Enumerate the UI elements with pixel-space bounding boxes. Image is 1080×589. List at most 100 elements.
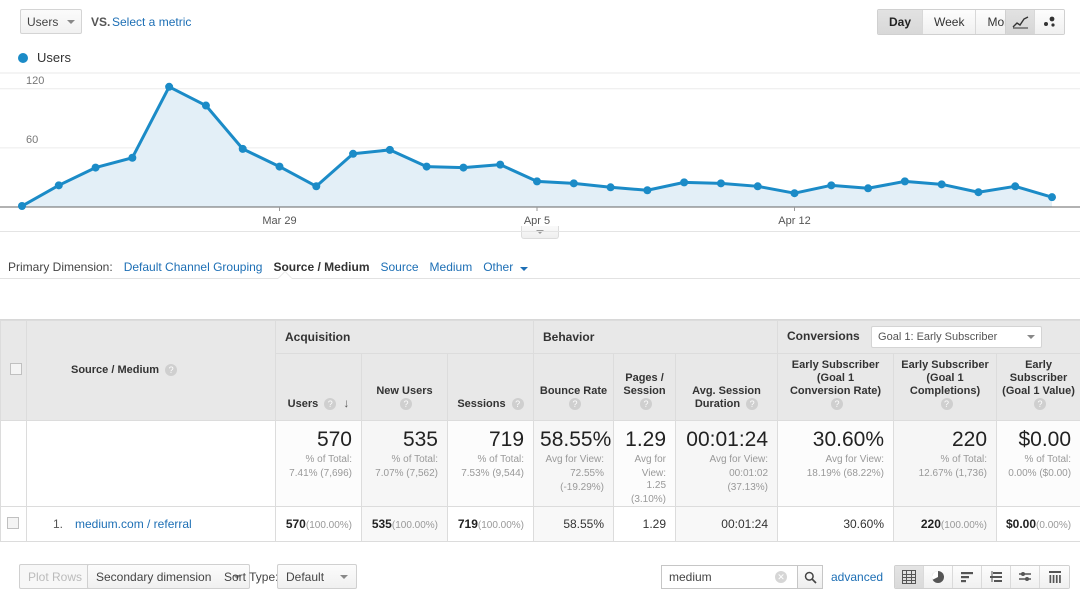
granularity-week-button[interactable]: Week [923, 10, 976, 34]
summary-subtext: 12.67% (1,736) [900, 468, 987, 480]
term-cloud-view-icon[interactable] [1011, 566, 1040, 588]
search-input[interactable] [667, 569, 775, 585]
row-metric-cell: 220(100.00%) [894, 507, 997, 542]
column-header-new-users-label: New Users [376, 385, 432, 397]
select-a-metric-link[interactable]: Select a metric [112, 15, 191, 29]
summary-value: 570 [282, 428, 352, 452]
granularity-day-button[interactable]: Day [878, 10, 923, 34]
column-header-goal1-value[interactable]: Early Subscriber(Goal 1 Value) ? [997, 354, 1080, 421]
dimension-source[interactable]: Source [381, 260, 419, 274]
column-header-goal1-value-label: Early Subscriber(Goal 1 Value) [1002, 359, 1075, 397]
summary-subtext: 0.00% ($0.00) [1003, 468, 1071, 480]
chevron-down-icon [1027, 335, 1035, 339]
vs-label: VS. [91, 15, 110, 29]
acquisition-data-table: Source / Medium ? Acquisition Behavior C… [0, 319, 1080, 542]
performance-view-icon[interactable] [953, 566, 982, 588]
summary-cell: 30.60%Avg for View:18.19% (68.22%) [778, 421, 894, 507]
search-button[interactable] [797, 565, 823, 589]
row-index: 1. [53, 517, 75, 531]
clear-search-icon[interactable]: ✕ [775, 571, 787, 583]
summary-subtext: View: 1.25 [620, 468, 666, 492]
motion-chart-icon[interactable] [1035, 10, 1064, 34]
help-icon[interactable]: ? [640, 398, 652, 410]
help-icon[interactable]: ? [324, 398, 336, 410]
comparison-view-icon[interactable] [982, 566, 1011, 588]
summary-subtext: % of Total: [900, 454, 987, 466]
primary-metric-label: Users [27, 15, 67, 29]
column-header-users[interactable]: Users ? ↓ [276, 354, 362, 421]
goal-select[interactable]: Goal 1: Early Subscriber [871, 326, 1042, 348]
plot-rows-button[interactable]: Plot Rows [19, 564, 91, 589]
help-icon[interactable]: ? [165, 364, 177, 376]
summary-value: 719 [454, 428, 524, 452]
sort-type-label: Sort Type: [224, 570, 278, 584]
chevron-down-icon [520, 267, 528, 271]
column-header-bounce-rate[interactable]: Bounce Rate ? [534, 354, 614, 421]
row-dimension-link[interactable]: medium.com / referral [75, 517, 192, 531]
summary-subtext: (3.10%) [620, 494, 666, 506]
metric-value: 58.55% [563, 517, 604, 531]
chart-collapse-button[interactable] [521, 226, 559, 239]
help-icon[interactable]: ? [569, 398, 581, 410]
table-row: 1.medium.com / referral 570(100.00%)535(1… [1, 507, 1080, 542]
summary-subtext: 00:01:02 [682, 468, 768, 480]
metric-value: 00:01:24 [721, 517, 768, 531]
help-icon[interactable]: ? [512, 398, 524, 410]
dimension-medium[interactable]: Medium [430, 260, 473, 274]
table-summary-row: 570% of Total:7.41% (7,696)535% of Total… [1, 421, 1080, 507]
summary-cell: 220% of Total:12.67% (1,736) [894, 421, 997, 507]
metric-percent: (100.00%) [478, 520, 524, 531]
summary-subtext: Avg for View: [540, 454, 604, 466]
sort-type-select[interactable]: Default [277, 564, 357, 589]
pivot-view-icon[interactable] [1040, 566, 1069, 588]
primary-metric-select[interactable]: Users [20, 9, 82, 34]
dimension-other-dropdown[interactable]: Other [483, 260, 527, 274]
svg-text:Mar 29: Mar 29 [262, 215, 296, 227]
help-icon[interactable]: ? [831, 398, 843, 410]
percentage-view-icon[interactable] [924, 566, 953, 588]
users-over-time-chart: 60120Mar 29Apr 5Apr 12 [0, 72, 1080, 232]
row-metric-cell: $0.00(0.00%) [997, 507, 1080, 542]
goal-select-label: Goal 1: Early Subscriber [878, 331, 997, 343]
table-view-icon[interactable] [895, 566, 924, 588]
dimension-default-channel-grouping[interactable]: Default Channel Grouping [124, 260, 263, 274]
column-header-avg-session-duration[interactable]: Avg. SessionDuration ? [676, 354, 778, 421]
summary-cell: 535% of Total:7.07% (7,562) [362, 421, 448, 507]
group-header-conversions: Conversions Goal 1: Early Subscriber [778, 321, 1080, 354]
column-header-new-users[interactable]: New Users ? [362, 354, 448, 421]
help-icon[interactable]: ? [1034, 398, 1046, 410]
help-icon[interactable]: ? [746, 398, 758, 410]
row-checkbox[interactable] [7, 517, 19, 529]
metric-percent: (100.00%) [306, 520, 352, 531]
primary-dimension-label: Primary Dimension: [8, 260, 113, 274]
line-chart-icon[interactable] [1006, 10, 1035, 34]
column-header-goal1-conversion-rate[interactable]: Early Subscriber(Goal 1Conversion Rate) … [778, 354, 894, 421]
column-header-pages-per-session[interactable]: Pages /Session ? [614, 354, 676, 421]
row-metric-cell: 570(100.00%) [276, 507, 362, 542]
summary-subtext: Avg for View: [784, 454, 884, 466]
summary-subtext: % of Total: [1003, 454, 1071, 466]
select-all-checkbox[interactable] [10, 363, 22, 375]
column-header-goal1-conversion-rate-label: Early Subscriber(Goal 1Conversion Rate) [790, 359, 881, 397]
column-header-goal1-completions[interactable]: Early Subscriber(Goal 1Completions) ? [894, 354, 997, 421]
row-metric-cell: 1.29 [614, 507, 676, 542]
summary-subtext: % of Total: [454, 454, 524, 466]
chevron-down-icon [67, 20, 75, 24]
summary-subtext: 7.07% (7,562) [368, 468, 438, 480]
advanced-search-link[interactable]: advanced [831, 570, 883, 584]
chart-type-group [1005, 9, 1065, 35]
summary-subtext: Avg for [620, 454, 666, 466]
group-header-conversions-label: Conversions [787, 329, 860, 343]
active-dimension-pointer [278, 272, 292, 279]
summary-value: 00:01:24 [682, 428, 768, 452]
metric-percent: (100.00%) [392, 520, 438, 531]
group-header-acquisition: Acquisition [276, 321, 534, 354]
help-icon[interactable]: ? [400, 398, 412, 410]
dimension-header-cell[interactable]: Source / Medium ? [27, 321, 276, 421]
row-metric-cell: 535(100.00%) [362, 507, 448, 542]
table-search-box[interactable]: ✕ [661, 565, 797, 589]
column-header-sessions[interactable]: Sessions ? [448, 354, 534, 421]
summary-subtext: 72.55% [540, 468, 604, 480]
table-controls-bar: Plot Rows Secondary dimension Sort Type:… [0, 281, 1080, 314]
help-icon[interactable]: ? [941, 398, 953, 410]
